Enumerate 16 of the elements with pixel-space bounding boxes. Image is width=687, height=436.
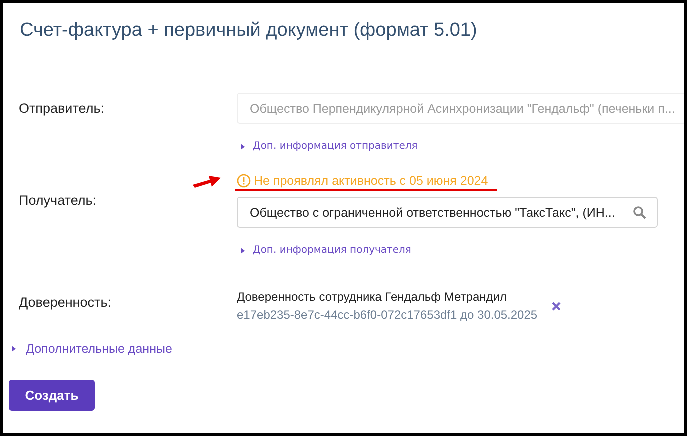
create-button[interactable]: Создать xyxy=(9,380,95,411)
annotation-arrow xyxy=(192,173,222,189)
field-label: Получатель: xyxy=(19,192,97,208)
warning-text: Не проявлял активность с 05 июня 2024 xyxy=(237,174,488,188)
caret-icon xyxy=(241,248,245,254)
warning-icon xyxy=(237,174,251,188)
caret-icon xyxy=(12,346,16,352)
caret-icon xyxy=(241,144,245,150)
recipient-field[interactable]: Общество с ограниченной ответственностью "ТаксТакс", (ИН... xyxy=(237,197,658,228)
close-icon[interactable] xyxy=(552,302,561,310)
field-label: Отправитель: xyxy=(19,101,104,116)
attorney-details: e17eb235-8e7c-44cc-b6f0-072c17653df1 до 30.05.2025 xyxy=(237,308,538,322)
field-label: Доверенность: xyxy=(19,294,112,310)
attorney-name: Доверенность сотрудника Гендальф Метрандил xyxy=(237,290,508,304)
search-icon[interactable] xyxy=(633,206,648,220)
page-title: Счет-фактура + первичный документ (формат 5.01) xyxy=(20,20,478,43)
